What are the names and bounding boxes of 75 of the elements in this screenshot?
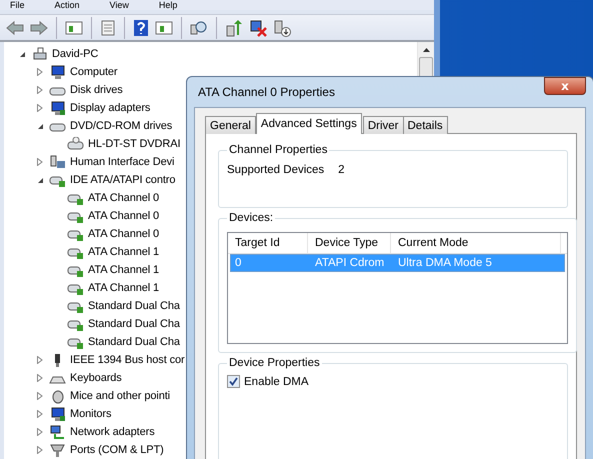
group-title: Channel Properties	[228, 144, 328, 156]
expand-arrow-icon[interactable]	[37, 86, 43, 94]
disable-icon[interactable]	[249, 18, 267, 36]
collapse-arrow-icon[interactable]	[18, 50, 26, 58]
tab[interactable]: General	[205, 116, 256, 134]
list-cell-text: ATAPI Cdrom	[314, 256, 386, 271]
update-icon[interactable]	[225, 18, 243, 36]
tree-item[interactable]: ATA Channel 1	[88, 264, 160, 276]
tree-item[interactable]: Standard Dual Cha	[88, 336, 180, 348]
menu-item[interactable]: File	[8, 0, 27, 10]
tree-item[interactable]: Ports (COM & LPT)	[70, 444, 164, 456]
tree-item[interactable]: David-PC	[52, 48, 98, 60]
tree-item[interactable]: DVD/CD-ROM drives	[70, 120, 172, 132]
column-header[interactable]: Current Mode	[391, 233, 561, 253]
tree-item[interactable]: ATA Channel 1	[88, 282, 160, 294]
expand-arrow-icon[interactable]	[37, 428, 43, 436]
document-icon[interactable]	[100, 20, 116, 36]
group-title: Device Properties	[228, 357, 321, 369]
tab[interactable]: Driver	[362, 116, 404, 134]
tree-item[interactable]: IDE ATA/ATAPI contro	[70, 174, 176, 186]
panel-icon[interactable]	[155, 20, 173, 36]
tree-item[interactable]: ATA Channel 0	[88, 210, 160, 222]
scroll-up-icon[interactable]	[422, 48, 430, 52]
tree-item[interactable]: Human Interface Devi	[70, 156, 174, 168]
install-icon[interactable]	[273, 18, 291, 36]
monitor-icon	[49, 100, 66, 116]
group-title: Devices:	[228, 212, 274, 224]
column-header[interactable]: Target Id	[228, 233, 308, 253]
checkbox-label: Enable DMA	[244, 376, 309, 388]
tab[interactable]: Details	[402, 116, 448, 134]
tree-item[interactable]: Standard Dual Cha	[88, 300, 180, 312]
list-cell-text: 0	[234, 256, 242, 271]
field-value: 2	[338, 164, 345, 176]
expand-arrow-icon[interactable]	[37, 392, 43, 400]
menu-item[interactable]: Help	[156, 0, 180, 10]
back-arrow-icon[interactable]	[6, 20, 24, 36]
menu-item[interactable]: Action	[52, 0, 82, 10]
tree-item[interactable]: Mice and other pointi	[70, 390, 170, 402]
tree-item[interactable]: Keyboards	[70, 372, 122, 384]
tab[interactable]: Advanced Settings	[256, 113, 362, 134]
tree-item[interactable]: Network adapters	[70, 426, 155, 438]
list-cell-text: Ultra DMA Mode 5	[397, 256, 493, 271]
checkbox[interactable]	[227, 375, 240, 388]
help-icon[interactable]	[133, 18, 149, 36]
collapse-arrow-icon[interactable]	[36, 122, 44, 130]
drive-icon	[67, 136, 84, 152]
expand-arrow-icon[interactable]	[37, 356, 43, 364]
expand-arrow-icon[interactable]	[37, 374, 43, 382]
expand-arrow-icon[interactable]	[37, 158, 43, 166]
panel-icon[interactable]	[65, 20, 83, 36]
field-label: Supported Devices	[227, 164, 324, 176]
forward-arrow-icon[interactable]	[30, 20, 48, 36]
expand-arrow-icon[interactable]	[37, 104, 43, 112]
tree-item[interactable]: Standard Dual Cha	[88, 318, 180, 330]
expand-arrow-icon[interactable]	[37, 68, 43, 76]
tree-item[interactable]: Display adapters	[70, 102, 150, 114]
network-icon	[49, 424, 66, 440]
tree-item[interactable]: ATA Channel 0	[88, 192, 160, 204]
menu-item[interactable]: View	[108, 0, 131, 10]
dialog-title: ATA Channel 0 Properties	[197, 85, 335, 99]
expand-arrow-icon[interactable]	[37, 446, 43, 454]
expand-arrow-icon[interactable]	[37, 410, 43, 418]
check-icon	[229, 377, 238, 386]
tree-item[interactable]: IEEE 1394 Bus host cor	[70, 354, 185, 366]
device-icon	[49, 154, 66, 170]
collapse-arrow-icon[interactable]	[36, 176, 44, 184]
tree-item[interactable]: Monitors	[70, 408, 112, 420]
tree-item[interactable]: HL-DT-ST DVDRAI	[88, 138, 180, 150]
column-header[interactable]: Device Type	[308, 233, 391, 253]
tree-item[interactable]: ATA Channel 1	[88, 246, 160, 258]
tree-item[interactable]: Computer	[70, 66, 118, 78]
monitor-icon	[49, 406, 66, 422]
port-icon	[49, 442, 66, 458]
tree-item[interactable]: ATA Channel 0	[88, 228, 160, 240]
tree-item[interactable]: Disk drives	[70, 84, 123, 96]
